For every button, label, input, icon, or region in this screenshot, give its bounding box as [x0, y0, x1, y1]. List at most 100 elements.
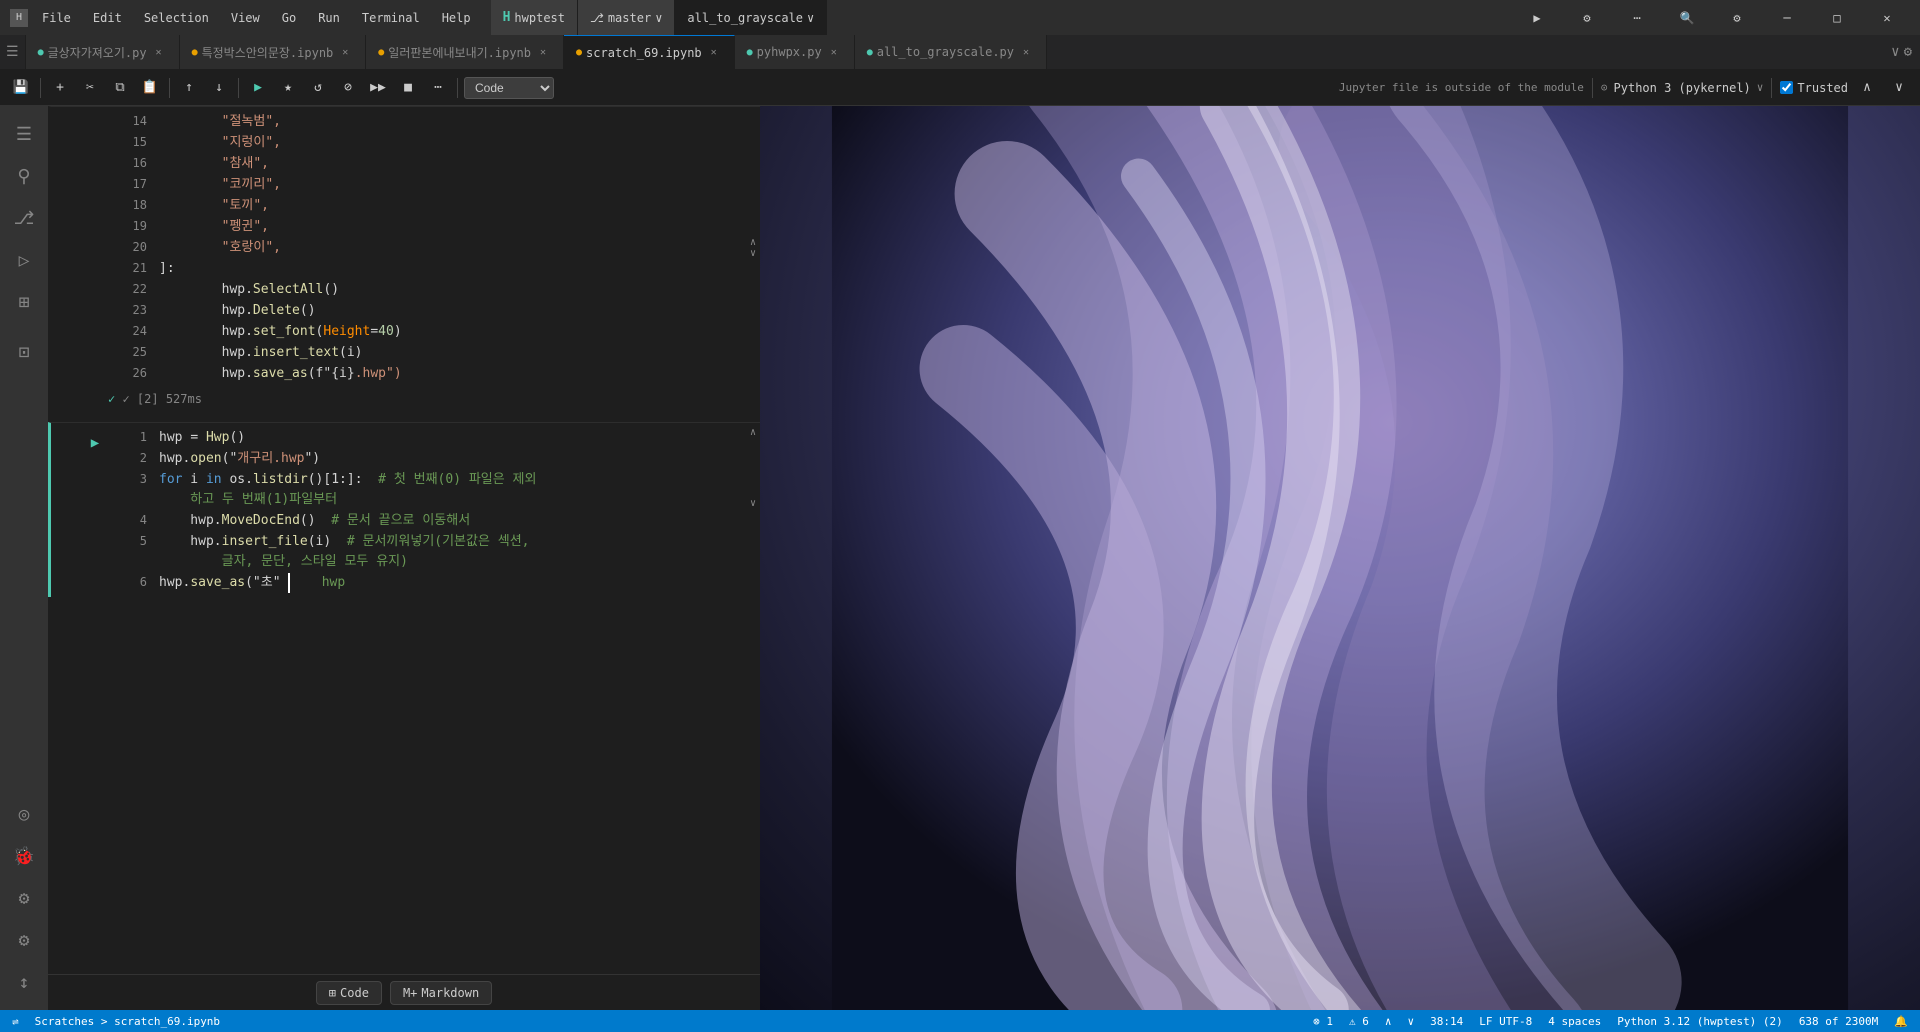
activity-btn-run[interactable]: ▷: [4, 240, 44, 280]
run-button[interactable]: ▶: [1514, 0, 1560, 35]
cell-type-select[interactable]: Code Markdown Raw: [464, 77, 554, 99]
copy-btn[interactable]: ⧉: [107, 75, 133, 101]
file-tab-active[interactable]: all_to_grayscale ∨: [675, 0, 827, 35]
activity-btn-settings[interactable]: ⚙: [4, 920, 44, 960]
restart-clear-btn[interactable]: ⊘: [335, 75, 361, 101]
activity-btn-extensions[interactable]: ⊞: [4, 282, 44, 322]
debug-button[interactable]: ⚙: [1564, 0, 1610, 35]
file-tab-6[interactable]: ● all_to_grayscale.py ✕: [855, 35, 1047, 70]
branch-tab[interactable]: ⎇ master ∨: [578, 0, 675, 35]
maximize-button[interactable]: □: [1814, 0, 1860, 35]
kernel-chevron[interactable]: ∨: [1757, 81, 1764, 94]
activity-btn-remote[interactable]: ◎: [4, 794, 44, 834]
cell-2-scrollbar: ∧ ∨: [746, 423, 760, 597]
activity-btn-debug2[interactable]: 🐞: [4, 836, 44, 876]
file-tab-3[interactable]: ● 일러판본에내보내기.ipynb ✕: [366, 35, 564, 70]
code-type-btn[interactable]: ⊞ Code: [316, 981, 382, 1005]
project-tab[interactable]: H hwptest: [491, 0, 578, 35]
cut-btn[interactable]: ✂: [77, 75, 103, 101]
activity-btn-scm[interactable]: ⎇: [4, 198, 44, 238]
interrupt-btn[interactable]: ↺: [305, 75, 331, 101]
file-tab-close-3[interactable]: ✕: [535, 44, 551, 60]
status-nav-down[interactable]: ∨: [1404, 1015, 1419, 1028]
scroll-up-2[interactable]: ∧: [750, 427, 756, 438]
c2-2c: (": [222, 449, 238, 469]
code-26a: hwp.: [159, 364, 253, 384]
menu-run[interactable]: Run: [310, 9, 348, 27]
nav-up-btn[interactable]: ∧: [1854, 75, 1880, 101]
file-tab-close-1[interactable]: ✕: [151, 44, 167, 60]
trusted-checkbox[interactable]: [1780, 81, 1793, 94]
status-notifications[interactable]: 🔔: [1890, 1015, 1912, 1028]
cell-2-run-btn[interactable]: ▶: [87, 435, 103, 451]
markdown-type-btn[interactable]: M+ Markdown: [390, 981, 492, 1005]
md-label: Markdown: [421, 986, 479, 1000]
status-breadcrumb[interactable]: Scratches > scratch_69.ipynb: [31, 1015, 224, 1028]
file-tab-1[interactable]: ● 글상자가져오기.py ✕: [26, 35, 180, 70]
activity-btn-toggle[interactable]: ↕: [4, 962, 44, 1002]
file-tab-close-4[interactable]: ✕: [706, 45, 722, 61]
minimize-button[interactable]: ─: [1764, 0, 1810, 35]
tabs-more-btn[interactable]: ∨: [1891, 44, 1899, 60]
activity-btn-explorer[interactable]: ☰: [4, 114, 44, 154]
activity-btn-account[interactable]: ⚙: [4, 878, 44, 918]
status-position[interactable]: 38:14: [1426, 1015, 1467, 1028]
line-num-c2-3: 3: [119, 469, 147, 489]
menu-go[interactable]: Go: [274, 9, 304, 27]
menu-file[interactable]: File: [34, 9, 79, 27]
activity-btn-search[interactable]: ⚲: [4, 156, 44, 196]
status-nav-up[interactable]: ∧: [1381, 1015, 1396, 1028]
more-tb-btn[interactable]: ⋯: [425, 75, 451, 101]
save-btn[interactable]: 💾: [8, 75, 34, 101]
run-all-btn[interactable]: ★: [275, 75, 301, 101]
tabs-settings-btn[interactable]: ⚙: [1904, 44, 1912, 60]
menu-terminal[interactable]: Terminal: [354, 9, 428, 27]
file-tab-close-2[interactable]: ✕: [337, 44, 353, 60]
status-language[interactable]: Python 3.12 (hwptest) (2): [1613, 1015, 1787, 1028]
code-line-19: 19 "펭귄",: [119, 216, 738, 237]
activity-btn-notebooks[interactable]: ⊡: [4, 332, 44, 372]
stop-btn[interactable]: ■: [395, 75, 421, 101]
status-remote[interactable]: ⇌: [8, 1015, 23, 1028]
nav-down-btn[interactable]: ∨: [1886, 75, 1912, 101]
cell-1-content[interactable]: 14 "절녹범", 15 "지렁이", 16 "참새", 17: [111, 107, 746, 388]
menu-view[interactable]: View: [223, 9, 268, 27]
settings-button[interactable]: ⚙: [1714, 0, 1760, 35]
menu-selection[interactable]: Selection: [136, 9, 217, 27]
kernel-indicator[interactable]: ⊙: [1601, 81, 1608, 94]
status-encoding[interactable]: LF UTF-8: [1475, 1015, 1536, 1028]
status-errors[interactable]: ⊗ 1: [1309, 1015, 1337, 1028]
scroll-down-1[interactable]: ∨: [750, 248, 756, 259]
cells-container[interactable]: 14 "절녹범", 15 "지렁이", 16 "참새", 17: [48, 106, 760, 974]
add-cell-btn[interactable]: +: [47, 75, 73, 101]
file-tab-2[interactable]: ● 특정박스안의문장.ipynb ✕: [180, 35, 367, 70]
menu-help[interactable]: Help: [434, 9, 479, 27]
scroll-up-1[interactable]: ∧: [750, 237, 756, 248]
scroll-down-2[interactable]: ∨: [750, 498, 756, 509]
file-icon-6: ●: [867, 47, 873, 58]
move-down-btn[interactable]: ↓: [206, 75, 232, 101]
status-warnings[interactable]: ⚠ 6: [1345, 1015, 1373, 1028]
close-button[interactable]: ✕: [1864, 0, 1910, 35]
file-tab-close-5[interactable]: ✕: [826, 44, 842, 60]
status-line-count[interactable]: 638 of 2300M: [1795, 1015, 1882, 1028]
search-button[interactable]: 🔍: [1664, 0, 1710, 35]
status-indent[interactable]: 4 spaces: [1544, 1015, 1605, 1028]
c2-3g: # 첫 번째(0) 파일은 제외: [363, 470, 537, 490]
cell-1-output: ✓ ✓ [2] 527ms: [48, 388, 760, 414]
cell-2-content[interactable]: 1 hwp = Hwp() 2 hwp.open("개구리.hwp") 3 fo…: [111, 423, 746, 597]
sidebar-toggle[interactable]: ☰: [0, 35, 26, 70]
file-tab-close-6[interactable]: ✕: [1018, 44, 1034, 60]
menu-edit[interactable]: Edit: [85, 9, 130, 27]
trusted-area[interactable]: Trusted: [1780, 81, 1848, 95]
more-button[interactable]: ⋯: [1614, 0, 1660, 35]
encoding-text: LF UTF-8: [1479, 1015, 1532, 1028]
kernel-name[interactable]: Python 3 (pykernel): [1614, 81, 1751, 95]
move-up-btn[interactable]: ↑: [176, 75, 202, 101]
file-tab-4[interactable]: ● scratch_69.ipynb ✕: [564, 35, 735, 70]
file-tab-5[interactable]: ● pyhwpx.py ✕: [735, 35, 855, 70]
run-cell-btn[interactable]: ▶: [245, 75, 271, 101]
run-all-above-btn[interactable]: ▶▶: [365, 75, 391, 101]
paste-btn[interactable]: 📋: [137, 75, 163, 101]
code-24c: (: [316, 322, 324, 342]
